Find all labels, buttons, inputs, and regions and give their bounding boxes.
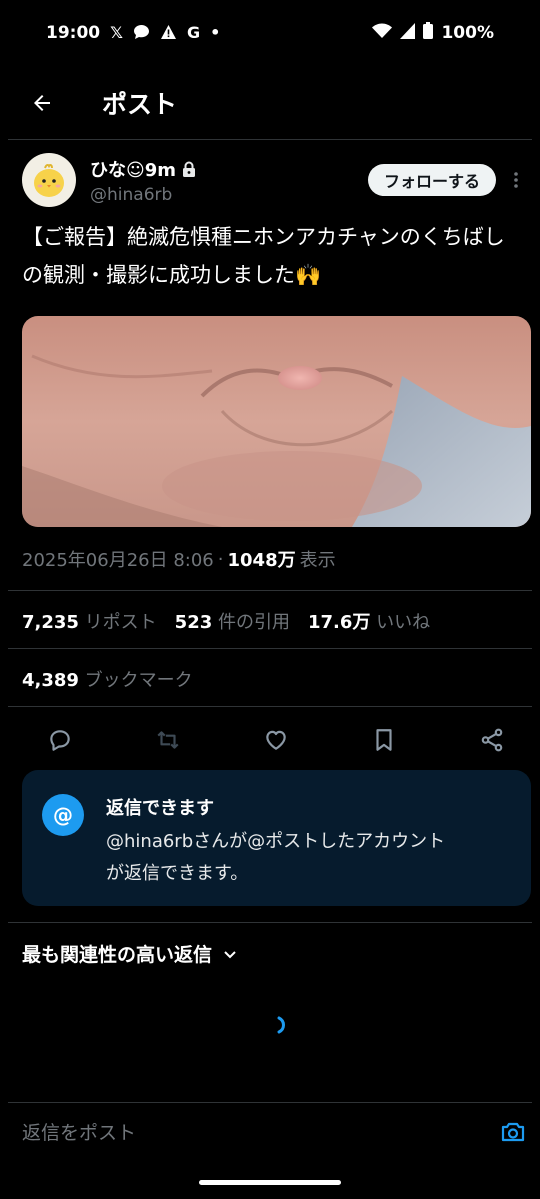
camera-icon — [501, 1122, 525, 1141]
reply-icon — [50, 730, 70, 751]
status-bar: 19:00 𝕏 G • 100% — [0, 0, 540, 66]
bookmarks-stat[interactable]: 4,389 ブックマーク — [22, 666, 193, 692]
top-bar: ポスト — [8, 66, 532, 140]
views-label: 表示 — [299, 550, 336, 571]
home-indicator[interactable] — [199, 1180, 341, 1185]
share-button[interactable] — [474, 722, 510, 758]
divider — [8, 706, 532, 707]
quotes-label: 件の引用 — [217, 612, 290, 633]
more-vertical-icon — [514, 172, 518, 188]
display-name[interactable]: ひな☺9m — [90, 156, 176, 182]
wifi-icon — [372, 23, 393, 44]
likes-stat[interactable]: 17.6万 いいね — [308, 608, 430, 634]
reply-input-placeholder[interactable]: 返信をポスト — [22, 1118, 136, 1145]
reposts-label: リポスト — [84, 612, 157, 633]
reposts-stat[interactable]: 7,235 リポスト — [22, 608, 157, 634]
camera-button[interactable] — [498, 1117, 528, 1147]
battery-icon — [423, 22, 434, 44]
bookmarks-label: ブックマーク — [84, 670, 193, 691]
views-count: 1048万 — [227, 550, 296, 571]
google-icon: G — [187, 23, 201, 42]
lock-icon — [183, 161, 196, 177]
arrow-left-icon — [34, 94, 50, 111]
warning-icon — [160, 24, 177, 43]
tweet-photo[interactable] — [22, 316, 531, 527]
likes-count: 17.6万 — [307, 612, 371, 633]
author-handle[interactable]: @hina6rb — [90, 185, 196, 205]
dot-icon: • — [210, 23, 221, 42]
reply-sort-label: 最も関連性の高い返信 — [22, 944, 213, 966]
tweet-text: 【ご報告】絶滅危惧種ニホンアカチャンのくちばしの観測・撮影に成功しました🙌 — [22, 225, 505, 287]
loading-spinner-icon — [277, 1016, 285, 1034]
reply-button[interactable] — [42, 722, 78, 758]
chat-icon — [133, 24, 150, 43]
more-options-button[interactable] — [504, 170, 528, 190]
divider — [8, 922, 532, 923]
page-title: ポスト — [102, 89, 178, 119]
tweet-meta: 2025年06月26日 8:06 · 1048万 表示 — [22, 546, 336, 572]
meta-separator: · — [217, 548, 224, 570]
reposts-count: 7,235 — [22, 612, 79, 633]
signal-icon — [400, 22, 416, 44]
tweet-author: ひな☺9m @hina6rb フォローする — [22, 150, 528, 210]
like-button[interactable] — [258, 722, 294, 758]
quotes-stat[interactable]: 523 件の引用 — [175, 608, 290, 634]
heart-icon — [266, 730, 286, 750]
repost-icon — [157, 731, 179, 749]
chick-avatar-icon — [34, 163, 64, 197]
chevron-down-icon — [224, 950, 236, 958]
avatar[interactable] — [22, 153, 76, 207]
reply-card-description-line1: @hina6rbさんが@ポストしたアカウント — [106, 831, 446, 852]
bookmark-button[interactable] — [366, 722, 402, 758]
at-sign-icon: @ — [42, 794, 84, 836]
back-button[interactable] — [16, 77, 68, 129]
share-icon — [481, 728, 503, 752]
reply-card-title: 返信できます — [106, 798, 214, 819]
reply-sort-dropdown[interactable]: 最も関連性の高い返信 — [22, 940, 238, 967]
follow-button[interactable]: フォローする — [367, 164, 496, 196]
repost-button[interactable] — [150, 722, 186, 758]
reply-permission-card: @ 返信できます @hina6rbさんが@ポストしたアカウント が返信できます。 — [22, 770, 531, 906]
divider — [8, 648, 532, 649]
baby-mouth-photo — [22, 316, 531, 527]
engagement-stats: 7,235 リポスト 523 件の引用 17.6万 いいね — [22, 608, 430, 634]
bookmarks-count: 4,389 — [22, 670, 79, 691]
likes-label: いいね — [376, 612, 431, 633]
x-icon: 𝕏 — [110, 23, 124, 42]
tweet-timestamp[interactable]: 2025年06月26日 8:06 — [22, 546, 214, 572]
reply-compose-bar[interactable]: 返信をポスト — [8, 1102, 532, 1160]
status-time: 19:00 — [46, 23, 101, 43]
quotes-count: 523 — [174, 612, 213, 633]
divider — [8, 590, 532, 591]
battery-percent: 100% — [441, 23, 494, 43]
reply-card-description-line2: が返信できます。 — [106, 863, 249, 884]
bookmark-icon — [376, 729, 392, 751]
action-bar — [42, 720, 510, 760]
